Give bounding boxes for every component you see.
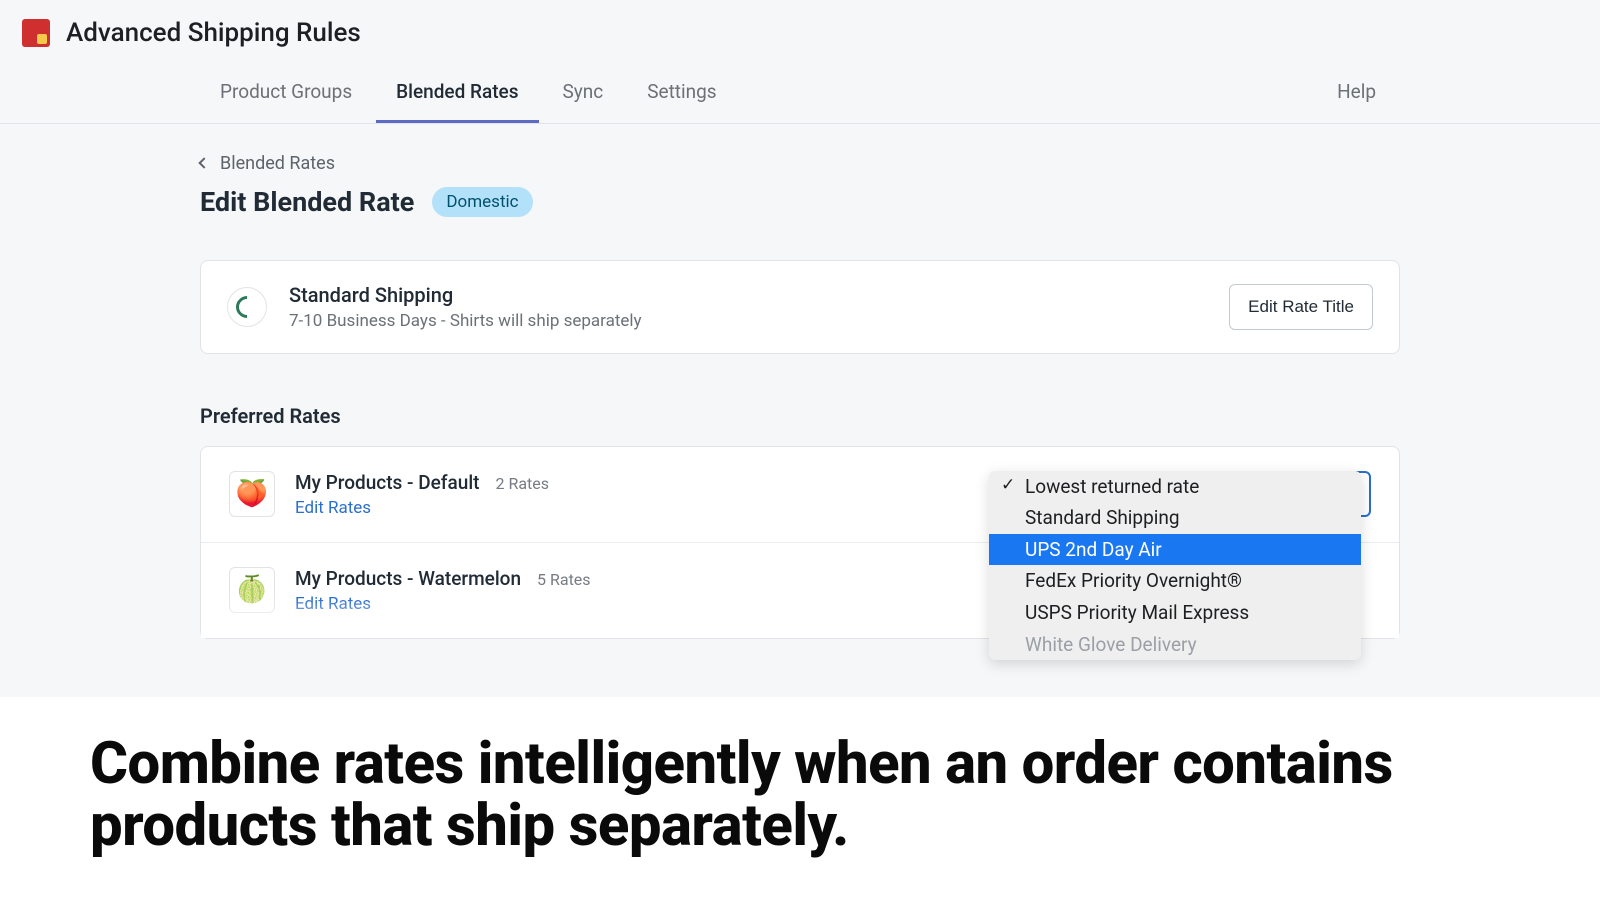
dropdown-option[interactable]: USPS Priority Mail Express xyxy=(989,597,1361,629)
marketing-tagline-wrap: Combine rates intelligently when an orde… xyxy=(0,697,1600,900)
edit-rates-link[interactable]: Edit Rates xyxy=(295,498,371,518)
rate-summary-card: Standard Shipping 7-10 Business Days - S… xyxy=(200,260,1400,354)
breadcrumb-back[interactable]: Blended Rates xyxy=(200,153,335,174)
melon-icon: 🍈 xyxy=(236,575,268,605)
dropdown-option[interactable]: FedEx Priority Overnight® xyxy=(989,565,1361,597)
preferred-rate-dropdown-menu: Lowest returned rate Standard Shipping U… xyxy=(989,471,1361,661)
dropdown-option[interactable]: Lowest returned rate xyxy=(989,471,1361,503)
tab-product-groups[interactable]: Product Groups xyxy=(200,62,372,123)
preferred-row: 🍑 My Products - Default 2 Rates Edit Rat… xyxy=(201,447,1399,543)
dropdown-option[interactable]: White Glove Delivery xyxy=(989,629,1361,661)
rate-count: 2 Rates xyxy=(496,474,550,493)
product-group-icon: 🍑 xyxy=(229,471,275,517)
preferred-rates-heading: Preferred Rates xyxy=(200,404,1400,428)
zone-badge: Domestic xyxy=(432,187,532,217)
tab-blended-rates[interactable]: Blended Rates xyxy=(376,62,538,123)
app-icon xyxy=(22,19,50,47)
tab-settings[interactable]: Settings xyxy=(627,62,736,123)
tabs-bar: Product Groups Blended Rates Sync Settin… xyxy=(0,62,1600,124)
dropdown-option[interactable]: Standard Shipping xyxy=(989,502,1361,534)
page-title: Edit Blended Rate xyxy=(200,186,414,218)
breadcrumb-label: Blended Rates xyxy=(220,153,335,174)
dropdown-option[interactable]: UPS 2nd Day Air xyxy=(989,534,1361,566)
chevron-left-icon xyxy=(198,157,209,168)
peach-icon: 🍑 xyxy=(236,479,268,509)
swirl-icon xyxy=(231,291,262,322)
marketing-tagline: Combine rates intelligently when an orde… xyxy=(90,733,1510,858)
tab-sync[interactable]: Sync xyxy=(543,62,624,123)
product-group-icon: 🍈 xyxy=(229,567,275,613)
product-group-title: My Products - Watermelon xyxy=(295,567,521,590)
rate-subtitle: 7-10 Business Days - Shirts will ship se… xyxy=(289,311,642,331)
edit-rates-link[interactable]: Edit Rates xyxy=(295,594,371,614)
edit-rate-title-button[interactable]: Edit Rate Title xyxy=(1229,284,1373,330)
preferred-rates-card: 🍑 My Products - Default 2 Rates Edit Rat… xyxy=(200,446,1400,639)
app-title: Advanced Shipping Rules xyxy=(66,18,361,48)
product-group-title: My Products - Default xyxy=(295,471,480,494)
rate-title: Standard Shipping xyxy=(289,283,642,307)
rate-count: 5 Rates xyxy=(537,570,591,589)
shipping-method-icon xyxy=(227,287,267,327)
tab-help[interactable]: Help xyxy=(1317,62,1396,123)
